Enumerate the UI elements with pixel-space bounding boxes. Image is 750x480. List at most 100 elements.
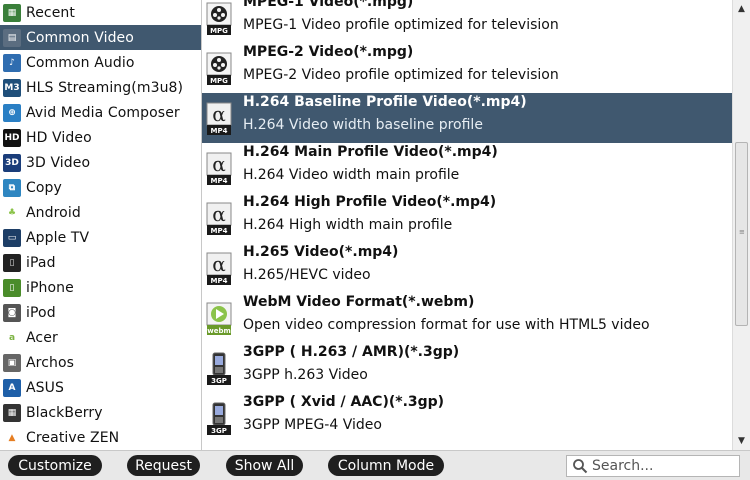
format-description: H.264 High width main profile xyxy=(243,217,453,233)
show-all-button[interactable]: Show All xyxy=(226,455,303,476)
scroll-up-arrow-icon[interactable]: ▲ xyxy=(733,0,750,17)
format-description: 3GPP MPEG-4 Video xyxy=(243,417,382,433)
format-row[interactable]: α MP4 H.264 High Profile Video(*.mp4) H.264… xyxy=(202,193,732,243)
sidebar-item-label: iPhone xyxy=(26,279,74,296)
format-list[interactable]: MPG MPEG-1 Video(*.mpg) MPEG-1 Video profi… xyxy=(202,0,732,450)
ipad-icon: ▯ xyxy=(3,253,21,272)
acer-icon: a xyxy=(3,328,21,347)
sidebar-item-label: Common Audio xyxy=(26,54,135,71)
avid-icon: ⊕ xyxy=(3,103,21,122)
svg-text:3GP: 3GP xyxy=(211,377,227,385)
common-audio-icon: ♪ xyxy=(3,53,21,72)
sidebar-item-apple-tv[interactable]: ▭ Apple TV xyxy=(0,225,201,250)
sidebar-item-label: Apple TV xyxy=(26,229,90,246)
iphone-icon: ▯ xyxy=(3,278,21,297)
sidebar-item-label: BlackBerry xyxy=(26,404,103,421)
bottom-toolbar: Customize Request Show All Column Mode xyxy=(0,450,750,480)
svg-text:MP4: MP4 xyxy=(211,177,228,185)
sidebar-item-avid[interactable]: ⊕ Avid Media Composer xyxy=(0,100,201,125)
format-title: 3GPP ( Xvid / AAC)(*.3gp) xyxy=(243,394,445,410)
svg-text:α: α xyxy=(212,202,226,226)
format-row[interactable]: webm WebM Video Format(*.webm) Open video … xyxy=(202,293,732,343)
format-picker-window: ▦ Recent ▤ Common Video ♪ Common Audio M3 HLS S… xyxy=(0,0,750,480)
format-description: Open video compression format for use wi… xyxy=(243,317,650,333)
sidebar-item-ipad[interactable]: ▯ iPad xyxy=(0,250,201,275)
svg-text:3GP: 3GP xyxy=(211,427,227,435)
ipod-icon: ◙ xyxy=(3,303,21,322)
sidebar-item-asus[interactable]: A ASUS xyxy=(0,375,201,400)
format-row[interactable]: α MP4 H.264 Baseline Profile Video(*.mp4) H… xyxy=(202,93,732,143)
svg-text:α: α xyxy=(212,152,226,176)
format-description: H.264 Video width baseline profile xyxy=(243,117,483,133)
format-title: MPEG-2 Video(*.mpg) xyxy=(243,44,414,60)
format-description: MPEG-2 Video profile optimized for telev… xyxy=(243,67,559,83)
3gp-phone-icon: 3GP xyxy=(206,352,232,386)
creative-zen-icon: ▲ xyxy=(3,428,21,447)
sidebar-item-acer[interactable]: a Acer xyxy=(0,325,201,350)
sidebar-item-label: Recent xyxy=(26,4,75,21)
svg-text:MP4: MP4 xyxy=(211,127,228,135)
sidebar-item-creative-zen[interactable]: ▲ Creative ZEN xyxy=(0,425,201,450)
search-box[interactable] xyxy=(566,455,740,477)
mpg-film-icon: MPG xyxy=(206,2,232,36)
format-row[interactable]: 3GP 3GPP ( H.263 / AMR)(*.3gp) 3GPP h.263 … xyxy=(202,343,732,393)
sidebar-item-blackberry[interactable]: ▦ BlackBerry xyxy=(0,400,201,425)
android-icon: ♣ xyxy=(3,203,21,222)
sidebar-item-label: iPad xyxy=(26,254,56,271)
format-description: H.265/HEVC video xyxy=(243,267,371,283)
mp4-alpha-icon: α MP4 xyxy=(206,202,232,236)
sidebar-item-3d[interactable]: 3D 3D Video xyxy=(0,150,201,175)
column-mode-button[interactable]: Column Mode xyxy=(328,455,444,476)
archos-icon: ▣ xyxy=(3,353,21,372)
search-input[interactable] xyxy=(592,458,732,474)
format-title: 3GPP ( H.263 / AMR)(*.3gp) xyxy=(243,344,460,360)
format-row[interactable]: α MP4 H.264 Main Profile Video(*.mp4) H.264… xyxy=(202,143,732,193)
format-row[interactable]: MPG MPEG-1 Video(*.mpg) MPEG-1 Video profi… xyxy=(202,0,732,43)
format-description: H.264 Video width main profile xyxy=(243,167,460,183)
sidebar-item-ipod[interactable]: ◙ iPod xyxy=(0,300,201,325)
sidebar-item-label: iPod xyxy=(26,304,56,321)
hd-icon: HD xyxy=(3,128,21,147)
sidebar-item-label: Creative ZEN xyxy=(26,429,120,446)
common-video-icon: ▤ xyxy=(3,28,21,47)
format-description: MPEG-1 Video profile optimized for telev… xyxy=(243,17,559,33)
sidebar-item-label: Android xyxy=(26,204,81,221)
sidebar-item-label: Archos xyxy=(26,354,75,371)
sidebar-item-label: Acer xyxy=(26,329,58,346)
sidebar-item-hd[interactable]: HD HD Video xyxy=(0,125,201,150)
sidebar-item-label: Common Video xyxy=(26,29,134,46)
sidebar-item-recent[interactable]: ▦ Recent xyxy=(0,0,201,25)
svg-text:webm: webm xyxy=(207,327,231,335)
category-sidebar[interactable]: ▦ Recent ▤ Common Video ♪ Common Audio M3 HLS S… xyxy=(0,0,202,450)
scrollbar-thumb[interactable]: ≡ xyxy=(735,142,748,326)
sidebar-item-hls[interactable]: M3 HLS Streaming(m3u8) xyxy=(0,75,201,100)
request-button[interactable]: Request xyxy=(127,455,200,476)
hls-icon: M3 xyxy=(3,78,21,97)
blackberry-icon: ▦ xyxy=(3,403,21,422)
svg-text:MPG: MPG xyxy=(210,27,228,35)
customize-button[interactable]: Customize xyxy=(8,455,102,476)
3gp-phone-icon: 3GP xyxy=(206,402,232,436)
sidebar-item-label: ASUS xyxy=(26,379,64,396)
sidebar-item-label: 3D Video xyxy=(26,154,91,171)
sidebar-item-iphone[interactable]: ▯ iPhone xyxy=(0,275,201,300)
format-title: H.265 Video(*.mp4) xyxy=(243,244,399,260)
format-title: MPEG-1 Video(*.mpg) xyxy=(243,0,414,10)
sidebar-item-archos[interactable]: ▣ Archos xyxy=(0,350,201,375)
sidebar-item-common-audio[interactable]: ♪ Common Audio xyxy=(0,50,201,75)
format-row[interactable]: 3GP 3GPP ( Xvid / AAC)(*.3gp) 3GPP MPEG-4 … xyxy=(202,393,732,443)
format-row[interactable]: MPG MPEG-2 Video(*.mpg) MPEG-2 Video profi… xyxy=(202,43,732,93)
scroll-down-arrow-icon[interactable]: ▼ xyxy=(733,432,750,449)
format-title: H.264 Baseline Profile Video(*.mp4) xyxy=(243,94,527,110)
sidebar-item-copy[interactable]: ⧉ Copy xyxy=(0,175,201,200)
grip-icon: ≡ xyxy=(739,228,745,236)
format-list-scrollbar[interactable]: ▲ ≡ ▼ xyxy=(732,0,750,450)
format-row[interactable]: α MP4 H.265 Video(*.mp4) H.265/HEVC video xyxy=(202,243,732,293)
svg-text:α: α xyxy=(212,102,226,126)
sidebar-item-common-video[interactable]: ▤ Common Video xyxy=(0,25,201,50)
mp4-alpha-icon: α MP4 xyxy=(206,252,232,286)
3d-icon: 3D xyxy=(3,153,21,172)
search-icon[interactable] xyxy=(570,456,590,476)
sidebar-item-label: HLS Streaming(m3u8) xyxy=(26,79,184,96)
sidebar-item-android[interactable]: ♣ Android xyxy=(0,200,201,225)
